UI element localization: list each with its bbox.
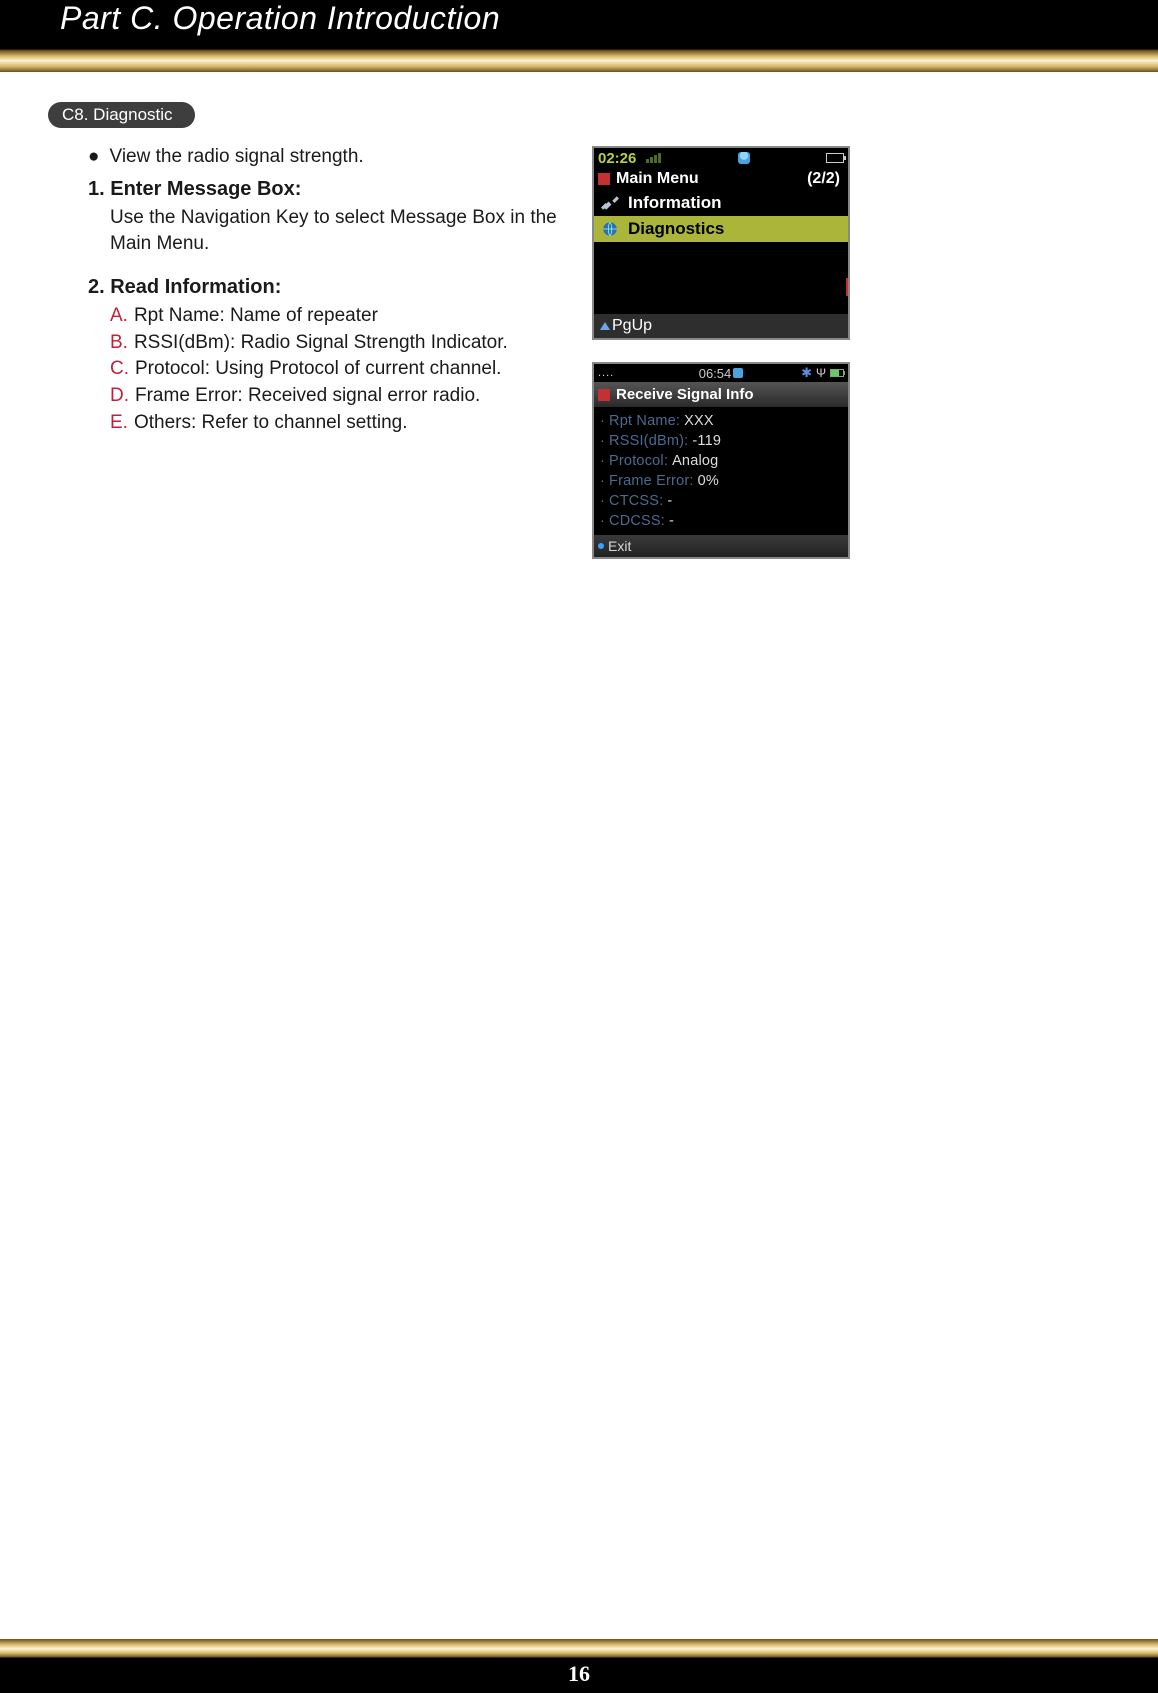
section-pill: C8. Diagnostic bbox=[48, 102, 195, 128]
page-number: 16 bbox=[568, 1661, 590, 1687]
footer-banner: 16 bbox=[0, 1639, 1158, 1693]
step-2-title: 2. Read Information: bbox=[88, 276, 568, 299]
info-line-rpt-name: · Rpt Name: XXX bbox=[596, 411, 846, 431]
battery-icon bbox=[826, 153, 844, 163]
tools-icon bbox=[600, 194, 620, 212]
item-text: Protocol: Using Protocol of current chan… bbox=[135, 356, 501, 383]
info-value: Analog bbox=[672, 453, 718, 469]
bullet-icon: · bbox=[600, 413, 605, 429]
globe-icon bbox=[600, 220, 620, 238]
step-1-title: 1. Enter Message Box: bbox=[88, 178, 568, 201]
menu-item-label: Diagnostics bbox=[628, 219, 724, 239]
bullet-icon: · bbox=[600, 433, 605, 449]
bullet-icon: ● bbox=[88, 147, 99, 166]
screen-title: Receive Signal Info bbox=[616, 386, 754, 403]
screen-title-bar: Receive Signal Info bbox=[594, 382, 848, 407]
info-line-frame-error: · Frame Error: 0% bbox=[596, 471, 846, 491]
item-letter: A. bbox=[110, 303, 128, 330]
info-key: RSSI(dBm): bbox=[609, 433, 688, 449]
info-line-protocol: · Protocol: Analog bbox=[596, 451, 846, 471]
step-2: 2. Read Information: A. Rpt Name: Name o… bbox=[88, 276, 568, 436]
item-text: Rpt Name: Name of repeater bbox=[134, 303, 378, 330]
item-text: RSSI(dBm): Radio Signal Strength Indicat… bbox=[134, 330, 508, 357]
softkey-dot-icon bbox=[598, 543, 604, 549]
bullet-icon: · bbox=[600, 493, 605, 509]
step-2-item-b: B. RSSI(dBm): Radio Signal Strength Indi… bbox=[110, 330, 568, 357]
header-banner: Part C. Operation Introduction bbox=[0, 0, 1158, 72]
status-dots: .... bbox=[598, 367, 614, 379]
info-value: 0% bbox=[698, 473, 719, 489]
user-icon bbox=[733, 368, 743, 378]
battery-icon bbox=[830, 369, 844, 377]
info-key: CTCSS: bbox=[609, 493, 663, 509]
info-line-ctcss: · CTCSS: - bbox=[596, 491, 846, 511]
info-value: -119 bbox=[692, 433, 721, 449]
user-icon bbox=[738, 152, 750, 164]
usb-icon: Ψ bbox=[816, 366, 826, 380]
status-bar: 02:26 bbox=[594, 148, 848, 168]
bullet-icon: · bbox=[600, 453, 605, 469]
page-title: Part C. Operation Introduction bbox=[60, 0, 500, 37]
item-text: Frame Error: Received signal error radio… bbox=[135, 383, 480, 410]
menu-item-information[interactable]: Information bbox=[594, 190, 848, 216]
menu-blank-area bbox=[594, 242, 848, 314]
page-indicator: (2/2) bbox=[807, 170, 840, 188]
info-key: Protocol: bbox=[609, 453, 668, 469]
step-2-item-a: A. Rpt Name: Name of repeater bbox=[110, 303, 568, 330]
info-key: Frame Error: bbox=[609, 473, 694, 489]
step-2-item-e: E. Others: Refer to channel setting. bbox=[110, 410, 568, 437]
bullet-icon: · bbox=[600, 513, 605, 529]
softkey-bar[interactable]: Exit bbox=[594, 535, 848, 557]
bluetooth-icon: ✱ bbox=[801, 365, 812, 381]
info-line-rssi: · RSSI(dBm): -119 bbox=[596, 431, 846, 451]
softkey-bar[interactable]: PgUp bbox=[594, 314, 848, 338]
info-value: - bbox=[667, 493, 672, 509]
info-value: XXX bbox=[684, 413, 714, 429]
step-1: 1. Enter Message Box: Use the Navigation… bbox=[88, 178, 568, 256]
item-letter: D. bbox=[110, 383, 129, 410]
step-2-item-d: D. Frame Error: Received signal error ra… bbox=[110, 383, 568, 410]
info-value: - bbox=[669, 513, 674, 529]
step-2-item-c: C. Protocol: Using Protocol of current c… bbox=[110, 356, 568, 383]
title-square-icon bbox=[598, 389, 610, 401]
device-screenshot-signal-info: .... 06:54 ✱ Ψ Receive Signal Info · bbox=[592, 362, 850, 559]
screen-title-bar: Main Menu (2/2) bbox=[594, 168, 848, 190]
softkey-label: Exit bbox=[608, 538, 631, 554]
menu-item-label: Information bbox=[628, 193, 722, 213]
item-letter: B. bbox=[110, 330, 128, 357]
item-text: Others: Refer to channel setting. bbox=[134, 410, 408, 437]
info-key: Rpt Name: bbox=[609, 413, 680, 429]
intro-bullet: ● View the radio signal strength. bbox=[88, 146, 568, 168]
info-key: CDCSS: bbox=[609, 513, 665, 529]
softkey-label: PgUp bbox=[612, 317, 652, 335]
item-letter: E. bbox=[110, 410, 128, 437]
menu-item-diagnostics[interactable]: Diagnostics bbox=[594, 216, 848, 242]
info-line-cdcss: · CDCSS: - bbox=[596, 511, 846, 531]
device-screenshot-main-menu: 02:26 Main Menu (2/2) Information bbox=[592, 146, 850, 340]
item-letter: C. bbox=[110, 356, 129, 383]
status-time: 06:54 bbox=[699, 366, 732, 381]
signal-icon bbox=[646, 153, 661, 163]
status-time: 02:26 bbox=[598, 150, 636, 167]
title-square-icon bbox=[598, 173, 610, 185]
intro-text: View the radio signal strength. bbox=[109, 146, 363, 168]
status-bar: .... 06:54 ✱ Ψ bbox=[594, 364, 848, 382]
step-1-body: Use the Navigation Key to select Message… bbox=[110, 205, 568, 256]
screen-title: Main Menu bbox=[616, 170, 699, 187]
bullet-icon: · bbox=[600, 473, 605, 489]
up-triangle-icon bbox=[600, 322, 610, 330]
